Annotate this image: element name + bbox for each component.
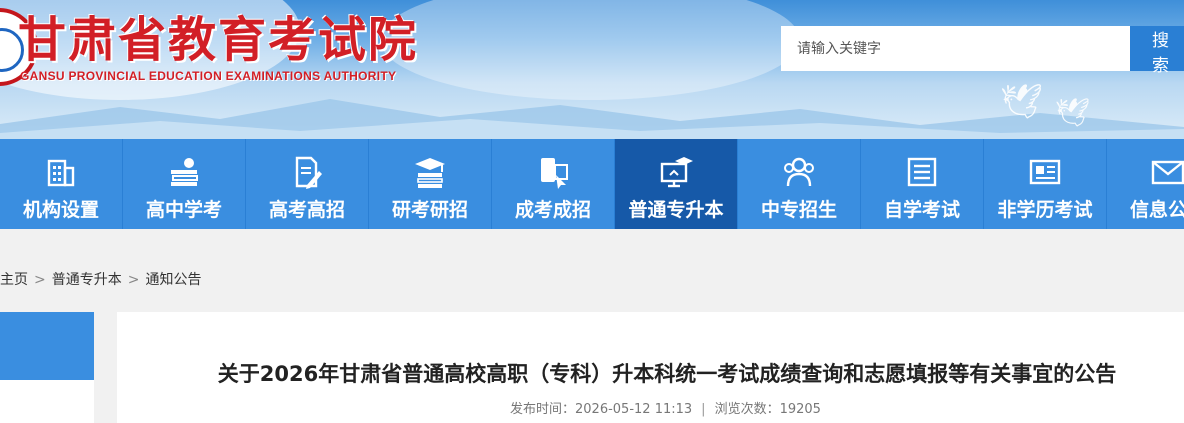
id-card-icon — [1029, 159, 1061, 185]
site-subtitle: GANSU PROVINCIAL EDUCATION EXAMINATIONS … — [20, 69, 397, 83]
breadcrumb: 主页 > 普通专升本 > 通知公告 — [0, 269, 201, 289]
breadcrumb-separator: > — [34, 272, 46, 288]
list-icon — [907, 157, 937, 187]
nav-item-upgrade[interactable]: 普通专升本 — [615, 139, 737, 229]
nav-label: 自学考试 — [883, 199, 960, 221]
nav-item-vocational[interactable]: 中专招生 — [738, 139, 860, 229]
nav-item-highschool-exam[interactable]: 高中学考 — [123, 139, 245, 229]
view-count: 19205 — [779, 402, 821, 417]
article-title: 关于2026年甘肃省普通高校高职（专科）升本科统一考试成绩查询和志愿填报等有关事… — [217, 362, 1117, 386]
published-date: 2026-05-12 11:13 — [575, 402, 693, 417]
nav-label: 机构设置 — [22, 199, 99, 221]
phone-cursor-icon — [541, 158, 568, 189]
nav-label: 普通专升本 — [628, 199, 724, 221]
dove-icon: 🕊 — [1055, 96, 1091, 129]
nav-label: 非学历考试 — [997, 199, 1093, 221]
books-apple-icon — [171, 158, 198, 186]
nav-label: 高考高招 — [268, 199, 345, 221]
sidebar-header — [0, 312, 94, 380]
published-label: 发布时间： — [510, 402, 576, 417]
nav-item-info-disclosure[interactable]: 信息公开 — [1107, 139, 1184, 229]
breadcrumb-separator: > — [127, 272, 140, 288]
breadcrumb-section[interactable]: 普通专升本 — [52, 272, 122, 288]
search-input[interactable] — [781, 26, 1130, 71]
nav-label: 中专招生 — [760, 199, 837, 221]
nav-label: 高中学考 — [145, 199, 222, 221]
article-meta: 发布时间：2026-05-12 11:13 | 浏览次数：19205 — [510, 398, 821, 417]
building-icon — [47, 159, 75, 187]
nav-label: 信息公开 — [1129, 199, 1184, 221]
document-pen-icon — [295, 156, 322, 189]
nav-item-self-study[interactable]: 自学考试 — [861, 139, 983, 229]
graduation-books-icon — [415, 158, 445, 188]
breadcrumb-home[interactable]: 主页 — [0, 272, 28, 288]
nav-item-non-degree[interactable]: 非学历考试 — [984, 139, 1106, 229]
search-button[interactable]: 搜 索 — [1130, 26, 1184, 76]
group-icon — [784, 157, 814, 187]
breadcrumb-current[interactable]: 通知公告 — [145, 272, 201, 288]
dove-icon: 🕊 — [1000, 82, 1044, 122]
mail-icon — [1151, 160, 1184, 185]
nav-label: 研考研招 — [391, 199, 468, 221]
nav-label: 成考成招 — [514, 199, 591, 221]
nav-item-postgrad[interactable]: 研考研招 — [369, 139, 491, 229]
views-label: 浏览次数： — [714, 402, 780, 417]
main-nav: 机构设置 高中学考 高考高招 研考研招 成考成招 普通专升本 中专招生 自学考试… — [0, 139, 1184, 229]
site-header: 🕊 🕊 甘肃省教育考试院 GANSU PROVINCIAL EDUCATION … — [0, 0, 1184, 139]
nav-item-institution[interactable]: 机构设置 — [0, 139, 122, 229]
nav-item-adult-exam[interactable]: 成考成招 — [492, 139, 614, 229]
nav-item-gaokao[interactable]: 高考高招 — [246, 139, 368, 229]
meta-divider: | — [701, 402, 706, 417]
monitor-cap-icon — [660, 157, 693, 188]
site-title: 甘肃省教育考试院 — [18, 12, 419, 68]
